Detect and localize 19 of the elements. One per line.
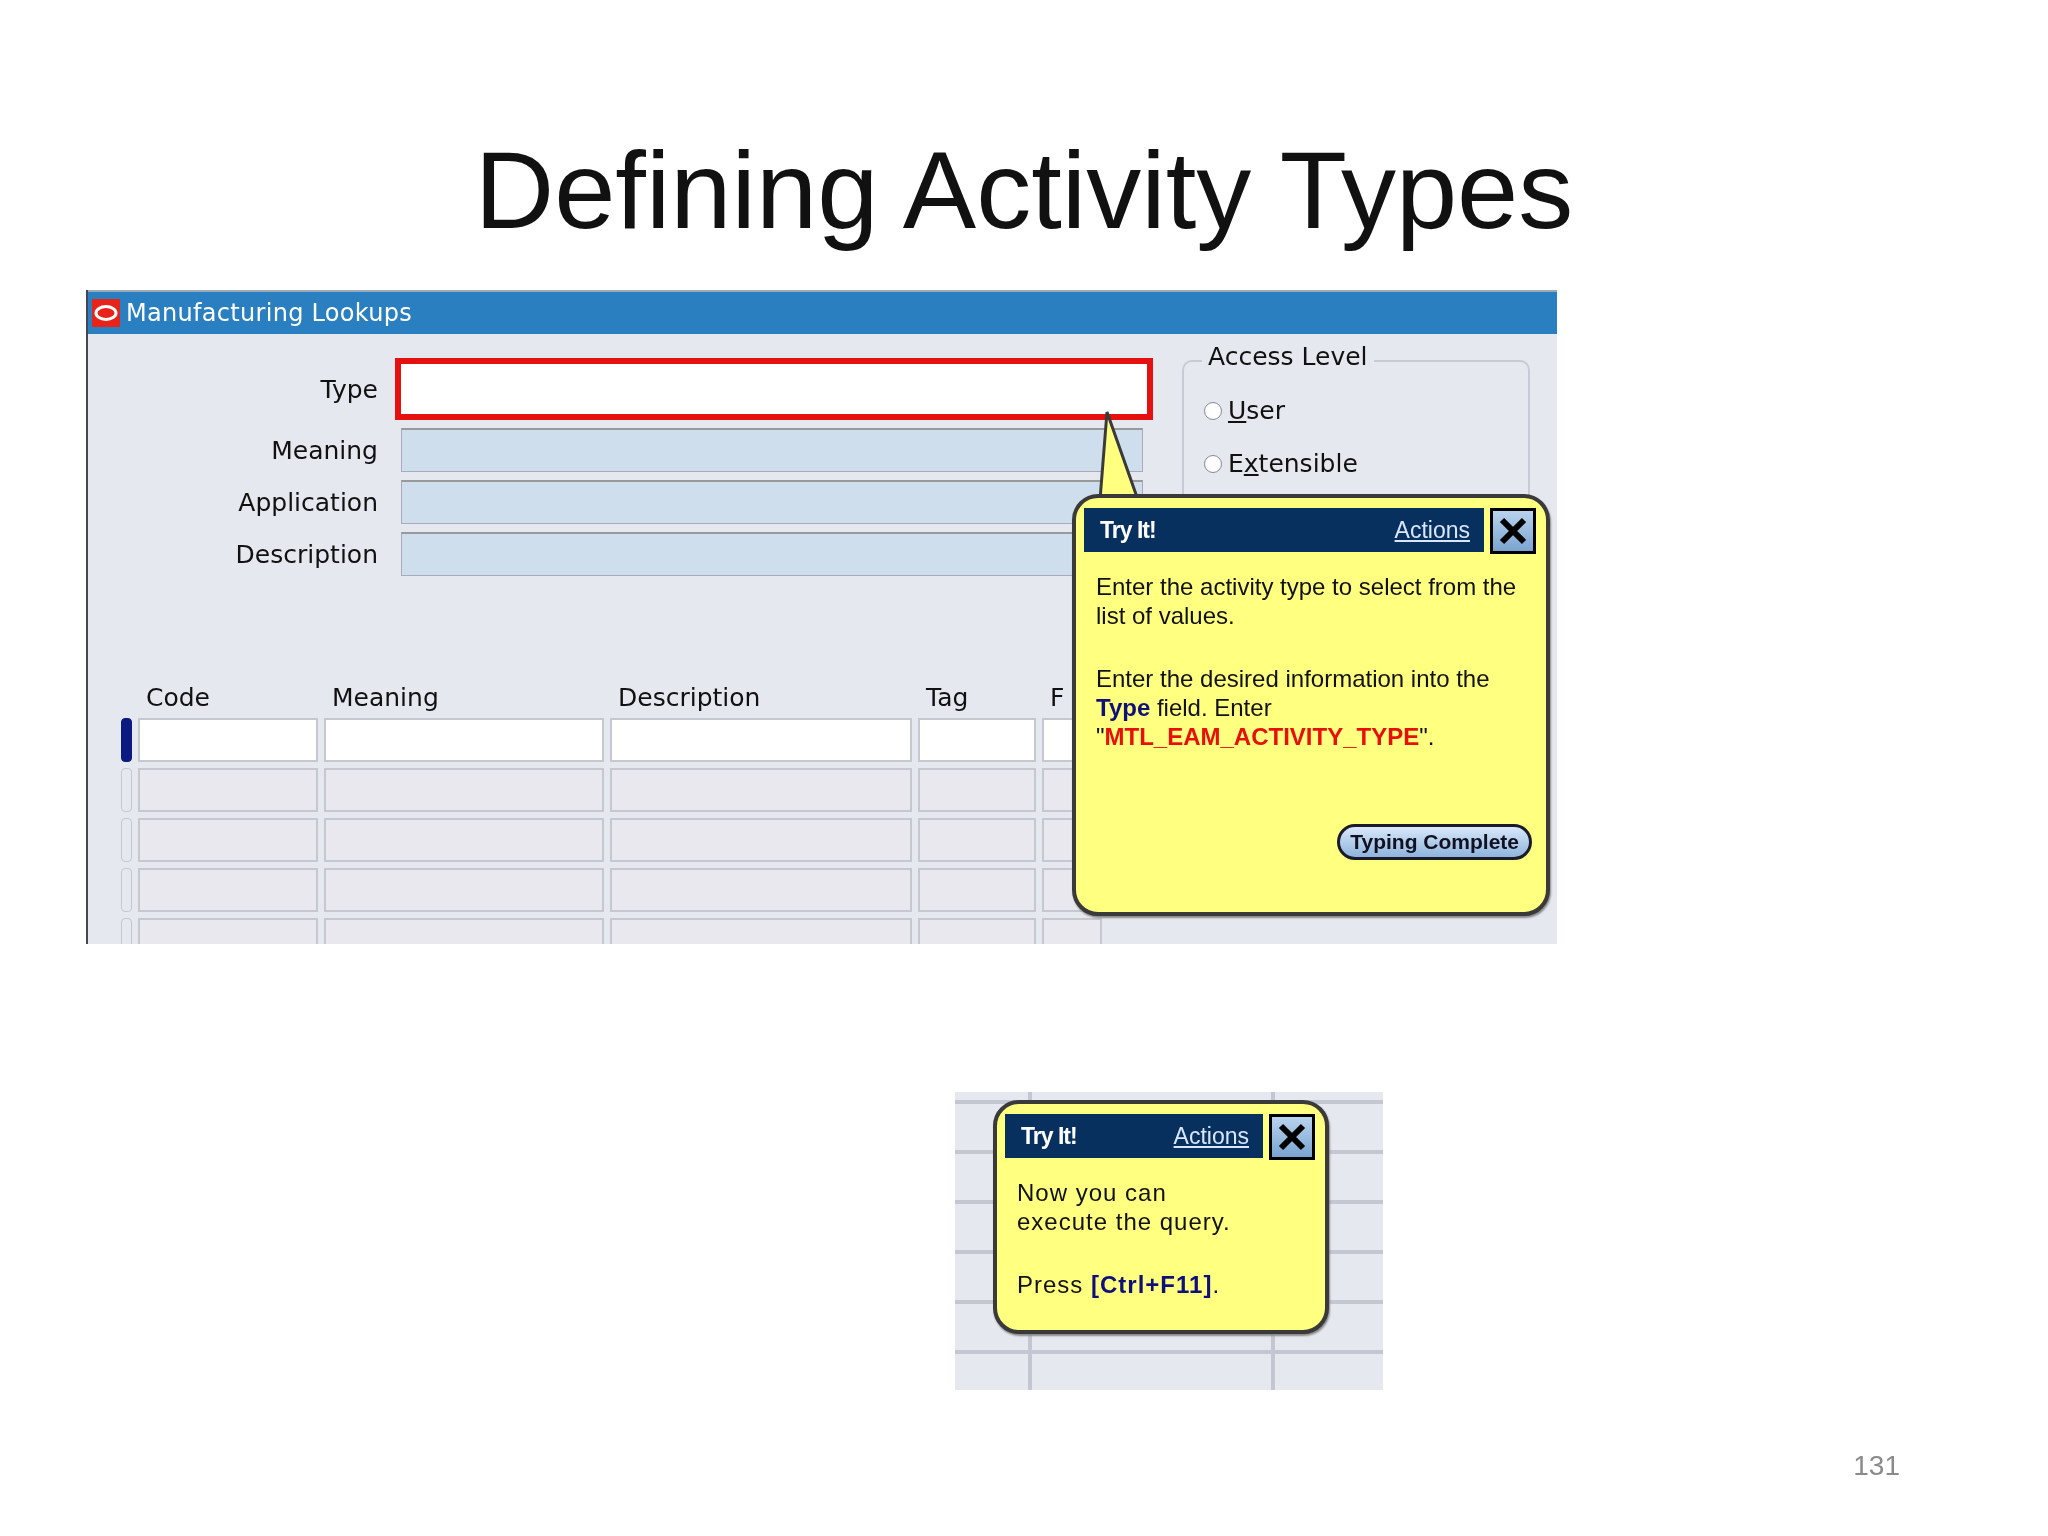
window-title: Manufacturing Lookups [126,299,413,327]
field-label: Description [234,539,378,569]
field-label: Type [319,374,378,404]
radio-label: Extensible [1228,449,1358,478]
field-label: Application [237,487,378,517]
column-header: Meaning [331,683,440,712]
column-header: Tag [925,683,970,712]
callout-title: Try It! [1021,1122,1077,1150]
column-header: Code [145,683,211,712]
page-number: 131 [1853,1450,1900,1482]
instruction-text: Now you can execute the query. [1017,1178,1232,1236]
slide-title: Defining Activity Types [474,127,1574,253]
instruction-text: Enter the desired information into the Type field. Enter "MTL_EAM_ACTIVITY_TYPE". [1096,664,1491,751]
instruction-text: Press [Ctrl+F11]. [1017,1270,1222,1299]
field-label: Meaning [270,435,378,465]
instruction-text: Enter the activity type to select from the list of values. [1096,572,1518,630]
column-header: Description [617,683,762,712]
radio-label: User [1228,396,1285,425]
callout-title: Try It! [1100,516,1156,544]
